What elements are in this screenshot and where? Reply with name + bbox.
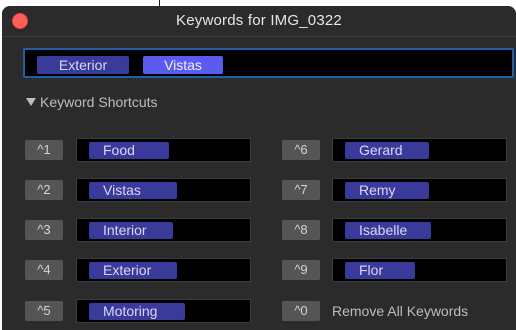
title-bar: Keywords for IMG_0322 — [2, 6, 516, 36]
shortcut-key-2: ^2 — [25, 180, 63, 200]
shortcut-slot-5[interactable]: Motoring — [76, 299, 251, 323]
shortcut-keyword-4[interactable]: Exterior — [89, 262, 177, 279]
shortcut-key-0: ^0 — [282, 301, 320, 321]
shortcut-keyword-8[interactable]: Isabelle — [345, 222, 431, 239]
shortcut-slot-8[interactable]: Isabelle — [332, 218, 507, 242]
window-title: Keywords for IMG_0322 — [176, 12, 342, 29]
shortcut-slot-1[interactable]: Food — [76, 138, 251, 162]
shortcut-slot-9[interactable]: Flor — [332, 258, 507, 282]
disclosure-triangle-icon — [26, 98, 36, 106]
shortcut-key-6: ^6 — [282, 140, 320, 160]
shortcut-keyword-2[interactable]: Vistas — [89, 182, 177, 199]
shortcut-slot-4[interactable]: Exterior — [76, 258, 251, 282]
shortcut-key-1: ^1 — [25, 140, 63, 160]
shortcut-key-4: ^4 — [25, 260, 63, 280]
shortcut-keyword-3[interactable]: Interior — [89, 222, 173, 239]
shortcut-key-9: ^9 — [282, 260, 320, 280]
keyword-tag-exterior[interactable]: Exterior — [37, 56, 129, 74]
shortcut-slot-7[interactable]: Remy — [332, 178, 507, 202]
keyword-tag-vistas[interactable]: Vistas — [143, 56, 223, 74]
keyword-field[interactable]: Exterior Vistas — [23, 48, 514, 78]
title-divider — [2, 36, 516, 37]
shortcut-keyword-9[interactable]: Flor — [345, 262, 415, 279]
shortcut-key-7: ^7 — [282, 180, 320, 200]
shortcut-slot-3[interactable]: Interior — [76, 218, 251, 242]
shortcut-keyword-1[interactable]: Food — [89, 142, 169, 159]
remove-all-keywords-label[interactable]: Remove All Keywords — [332, 303, 468, 319]
shortcut-key-3: ^3 — [25, 220, 63, 240]
shortcut-keyword-7[interactable]: Remy — [345, 182, 429, 199]
keyword-shortcuts-toggle[interactable]: Keyword Shortcuts — [26, 94, 158, 110]
shortcut-keyword-6[interactable]: Gerard — [345, 142, 429, 159]
shortcut-key-8: ^8 — [282, 220, 320, 240]
shortcut-slot-6[interactable]: Gerard — [332, 138, 507, 162]
keywords-window: Keywords for IMG_0322 Exterior Vistas Ke… — [2, 6, 516, 330]
shortcut-slot-2[interactable]: Vistas — [76, 178, 251, 202]
shortcut-key-5: ^5 — [25, 301, 63, 321]
shortcut-keyword-5[interactable]: Motoring — [89, 303, 185, 320]
keyword-shortcuts-label: Keyword Shortcuts — [40, 94, 158, 110]
